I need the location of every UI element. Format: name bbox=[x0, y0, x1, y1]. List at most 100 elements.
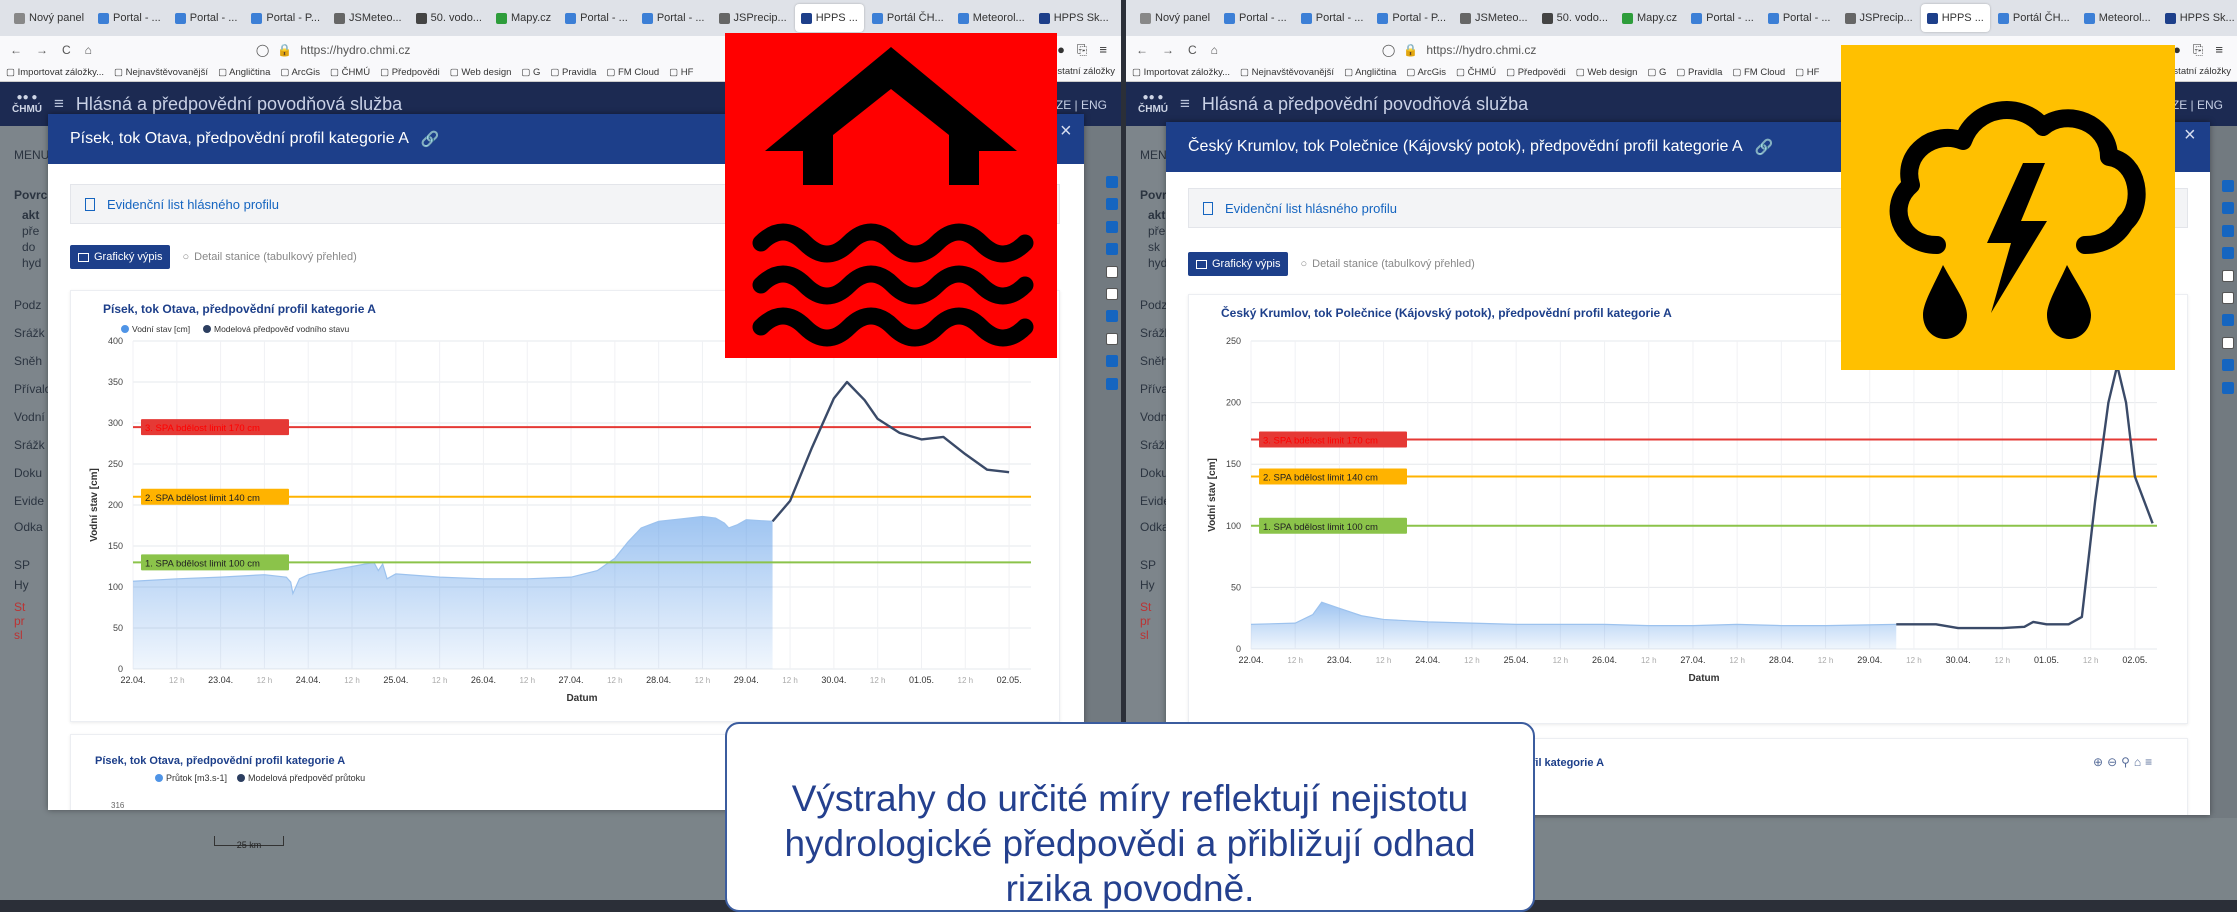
sidebar-item[interactable]: St bbox=[1140, 600, 1151, 614]
browser-tab[interactable]: 50. vodo... bbox=[1536, 4, 1614, 32]
bookmark-item[interactable]: ▢ HF bbox=[669, 67, 693, 78]
browser-tab[interactable]: JSMeteo... bbox=[1454, 4, 1534, 32]
browser-tab[interactable]: Portal - ... bbox=[559, 4, 634, 32]
legend-item-forecast[interactable]: Modelová předpověď průtoku bbox=[237, 773, 365, 783]
layer-checkbox[interactable] bbox=[2222, 202, 2234, 215]
browser-tab[interactable]: HPPS Sk... bbox=[2159, 4, 2237, 32]
browser-tab[interactable]: Nový panel bbox=[8, 4, 90, 32]
layer-checkbox[interactable] bbox=[2222, 269, 2234, 282]
legend-label[interactable]: Vodní stav [cm] bbox=[132, 324, 190, 334]
bookmark-item[interactable]: ▢ Importovat záložky... bbox=[1132, 67, 1230, 78]
extensions-icon[interactable]: ⎘ bbox=[2193, 42, 2203, 58]
browser-tab[interactable]: Portal - P... bbox=[1371, 4, 1452, 32]
sidebar-item[interactable]: pr bbox=[1140, 614, 1151, 628]
sidebar-item[interactable]: sl bbox=[14, 628, 23, 642]
link-icon[interactable]: 🔗 bbox=[421, 130, 440, 148]
sidebar-item[interactable]: hyd bbox=[22, 256, 41, 270]
legend-label[interactable]: Modelová předpověď vodního stavu bbox=[214, 324, 349, 334]
sidebar-item[interactable]: SP bbox=[1140, 558, 1156, 572]
browser-tab[interactable]: JSPrecip... bbox=[1839, 4, 1919, 32]
layer-checkbox[interactable] bbox=[2222, 314, 2234, 327]
bookmark-item[interactable]: ▢ FM Cloud bbox=[1732, 67, 1785, 78]
layer-checkbox[interactable] bbox=[1106, 377, 1118, 390]
browser-tab[interactable]: Portál ČH... bbox=[866, 4, 950, 32]
reload-icon[interactable]: C bbox=[62, 43, 71, 57]
bookmark-item[interactable]: ▢ Předpovědi bbox=[380, 67, 440, 78]
bookmark-item[interactable]: ▢ HF bbox=[1795, 67, 1819, 78]
reload-icon[interactable]: C bbox=[1188, 43, 1197, 57]
browser-tab[interactable]: JSPrecip... bbox=[713, 4, 793, 32]
tab-graph[interactable]: Grafický výpis bbox=[70, 245, 171, 269]
home-icon[interactable]: ⌂ bbox=[1211, 43, 1218, 57]
bookmark-item[interactable]: ▢ Předpovědi bbox=[1506, 67, 1566, 78]
layer-checkbox[interactable] bbox=[2222, 292, 2234, 304]
link-icon[interactable]: 🔗 bbox=[1755, 138, 1774, 156]
layer-checkbox[interactable] bbox=[1106, 310, 1118, 323]
browser-tab[interactable]: Nový panel bbox=[1134, 4, 1216, 32]
sidebar-item[interactable]: pře bbox=[1148, 224, 1165, 238]
home-icon[interactable]: ⌂ bbox=[2134, 755, 2145, 769]
bookmark-item[interactable]: ▢ Angličtina bbox=[218, 67, 270, 78]
bookmark-item[interactable]: ▢ Nejnavštěvovanější bbox=[114, 67, 208, 78]
sidebar-item[interactable]: sl bbox=[1140, 628, 1149, 642]
sidebar-item[interactable]: Srážk bbox=[14, 438, 45, 452]
sidebar-item[interactable]: pře bbox=[22, 224, 39, 238]
sidebar-item[interactable]: SP bbox=[14, 558, 30, 572]
layer-checkbox[interactable] bbox=[1106, 220, 1118, 233]
sidebar-item[interactable]: MENU bbox=[14, 148, 48, 162]
menu-icon[interactable]: ≡ bbox=[2145, 755, 2156, 769]
browser-tab[interactable]: Meteorol... bbox=[952, 4, 1031, 32]
bookmark-item[interactable]: ▢ ČHMÚ bbox=[330, 67, 370, 78]
layer-checkbox[interactable] bbox=[2222, 224, 2234, 237]
bookmark-item[interactable]: ▢ FM Cloud bbox=[606, 67, 659, 78]
bookmark-item[interactable]: ▢ Importovat záložky... bbox=[6, 67, 104, 78]
bookmark-item[interactable]: ▢ Web design bbox=[1576, 67, 1638, 78]
sidebar-item[interactable]: Odka bbox=[1140, 520, 1169, 534]
forward-icon[interactable]: → bbox=[36, 43, 48, 57]
sidebar-item[interactable]: Povrc bbox=[14, 188, 47, 202]
layer-checkbox[interactable] bbox=[1106, 265, 1118, 278]
url-field[interactable]: ◯ 🔒 https://hydro.chmi.cz bbox=[1382, 43, 1536, 57]
hamburger-menu-icon[interactable]: ≡ bbox=[54, 94, 64, 114]
zoom-in-icon[interactable]: ⊕ bbox=[2093, 755, 2107, 769]
sidebar-item[interactable]: Doku bbox=[1140, 466, 1168, 480]
browser-tab[interactable]: Portal - ... bbox=[1762, 4, 1837, 32]
layer-checkbox[interactable] bbox=[2222, 180, 2234, 192]
browser-tab[interactable]: Objedná... bbox=[1117, 4, 1121, 32]
sidebar-item[interactable]: Sněh bbox=[1140, 354, 1168, 368]
browser-tab[interactable]: Portál ČH... bbox=[1992, 4, 2076, 32]
sidebar-item[interactable]: Sněh bbox=[14, 354, 42, 368]
browser-tab[interactable]: Portal - ... bbox=[92, 4, 167, 32]
browser-tab[interactable]: 50. vodo... bbox=[410, 4, 488, 32]
bookmark-item[interactable]: ▢ Angličtina bbox=[1344, 67, 1396, 78]
sidebar-item[interactable]: Evide bbox=[14, 494, 44, 508]
sidebar-item[interactable]: Přívalo bbox=[14, 382, 48, 396]
browser-tab[interactable]: Portal - ... bbox=[636, 4, 711, 32]
browser-tab[interactable]: HPPS Sk... bbox=[1033, 4, 1115, 32]
sidebar-item[interactable]: Vodní bbox=[14, 410, 45, 424]
layer-checkbox[interactable] bbox=[1106, 355, 1118, 368]
layer-checkbox[interactable] bbox=[1106, 332, 1118, 345]
browser-tab[interactable]: Portal - P... bbox=[245, 4, 326, 32]
browser-tab[interactable]: HPPS ... bbox=[794, 4, 864, 32]
sidebar-item[interactable]: sk bbox=[1148, 240, 1160, 254]
browser-tab[interactable]: Portal - ... bbox=[169, 4, 244, 32]
browser-tab[interactable]: Portal - ... bbox=[1295, 4, 1370, 32]
extensions-icon[interactable]: ⎘ bbox=[1077, 42, 1087, 58]
bookmark-item[interactable]: ▢ Nejnavštěvovanější bbox=[1240, 67, 1334, 78]
tab-detail[interactable]: ○ Detail stanice (tabulkový přehled) bbox=[1300, 258, 1474, 270]
sidebar-item[interactable]: akt bbox=[22, 208, 39, 222]
menu-icon[interactable]: ≡ bbox=[2215, 42, 2223, 58]
bookmark-item[interactable]: ▢ G bbox=[521, 67, 540, 78]
bookmark-item[interactable]: ▢ Pravidla bbox=[1676, 67, 1722, 78]
layer-checkbox[interactable] bbox=[1106, 198, 1118, 211]
magnify-icon[interactable]: ⚲ bbox=[2121, 755, 2134, 769]
close-icon[interactable]: × bbox=[2184, 124, 2196, 147]
chmu-logo[interactable]: ●● ● ČHMÚ bbox=[1126, 92, 1180, 116]
url-field[interactable]: ◯ 🔒 https://hydro.chmi.cz bbox=[256, 43, 410, 57]
browser-tab[interactable]: Portal - ... bbox=[1218, 4, 1293, 32]
browser-tab[interactable]: HPPS ... bbox=[1920, 4, 1990, 32]
tab-graph[interactable]: Grafický výpis bbox=[1188, 252, 1289, 276]
browser-tab[interactable]: Portal - ... bbox=[1685, 4, 1760, 32]
bookmark-item[interactable]: ▢ Pravidla bbox=[550, 67, 596, 78]
